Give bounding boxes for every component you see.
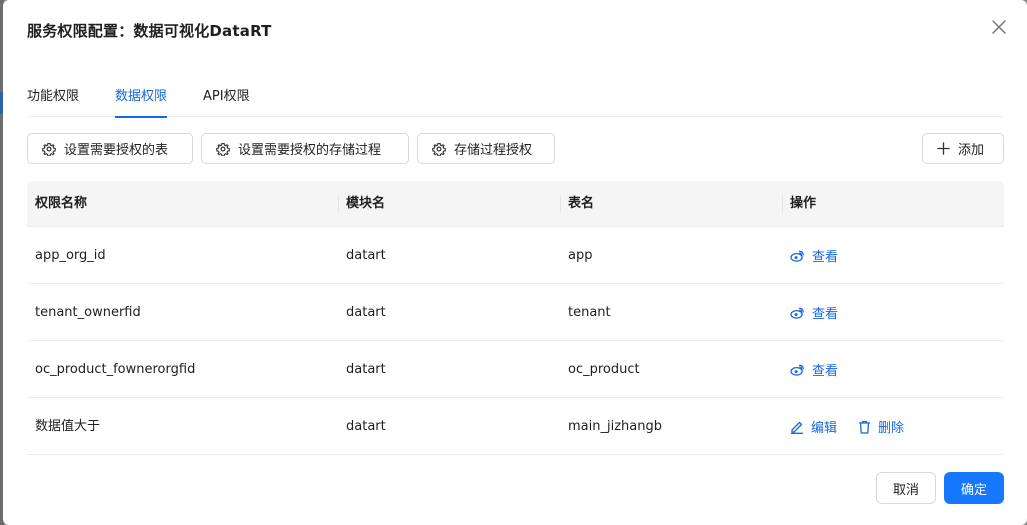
column-header-actions: 操作 (790, 196, 817, 211)
cell-module: datart (346, 305, 386, 320)
cell-module: datart (346, 362, 386, 377)
delete-action[interactable]: 删除 (858, 398, 904, 455)
view-action[interactable]: 查看 (790, 227, 838, 284)
plus-icon (937, 142, 950, 155)
cell-module: datart (346, 248, 386, 263)
gear-icon (216, 142, 230, 156)
set-authorized-tables-button[interactable]: 设置需要授权的表 (27, 133, 193, 164)
cell-permission-name: tenant_ownerfid (35, 305, 141, 320)
view-label: 查看 (812, 307, 839, 322)
set-authorized-procedures-label: 设置需要授权的存储过程 (238, 143, 382, 158)
data-permission-table: 权限名称 模块名 表名 操作 app_org_id datart app 查看 … (27, 181, 1004, 455)
weibo-eye-icon (790, 307, 804, 319)
table-row: oc_product_fownerorgfid datart oc_produc… (27, 341, 1004, 398)
cell-permission-name: app_org_id (35, 248, 106, 263)
column-header-module: 模块名 (346, 196, 386, 211)
table-row: tenant_ownerfid datart tenant 查看 (27, 284, 1004, 341)
view-action[interactable]: 查看 (790, 341, 838, 398)
permission-tabs: 功能权限 数据权限 API权限 (27, 78, 1003, 118)
tab-function-permissions[interactable]: 功能权限 (27, 85, 79, 117)
edit-icon (790, 421, 804, 434)
cell-permission-name: oc_product_fownerorgfid (35, 362, 196, 377)
edit-label: 编辑 (811, 421, 838, 436)
weibo-eye-icon (790, 250, 804, 262)
table-row: 数据值大于 datart main_jizhangb 编辑 删除 (27, 398, 1004, 455)
cancel-button[interactable]: 取消 (876, 472, 936, 504)
column-header-table: 表名 (568, 196, 595, 211)
cell-table: oc_product (568, 362, 640, 377)
procedure-authorization-button[interactable]: 存储过程授权 (417, 133, 555, 164)
table-row: app_org_id datart app 查看 (27, 227, 1004, 284)
delete-label: 删除 (878, 421, 905, 436)
add-label: 添加 (958, 143, 985, 158)
view-label: 查看 (812, 364, 839, 379)
column-header-permission-name: 权限名称 (35, 196, 88, 211)
confirm-button[interactable]: 确定 (944, 472, 1004, 504)
table-header: 权限名称 模块名 表名 操作 (27, 181, 1004, 227)
cell-table: tenant (568, 305, 611, 320)
tab-api-permissions[interactable]: API权限 (203, 85, 250, 117)
gear-icon (432, 142, 446, 156)
procedure-authorization-label: 存储过程授权 (454, 143, 533, 158)
dialog-title: 服务权限配置：数据可视化DataRT (27, 22, 272, 40)
cell-permission-name: 数据值大于 (35, 419, 101, 434)
tab-data-permissions[interactable]: 数据权限 (115, 85, 168, 118)
permission-config-dialog: 服务权限配置：数据可视化DataRT 功能权限 数据权限 API权限 设置需要授… (3, 0, 1027, 525)
set-authorized-tables-label: 设置需要授权的表 (64, 143, 169, 158)
view-action[interactable]: 查看 (790, 284, 838, 341)
cell-table: app (568, 248, 593, 263)
gear-icon (42, 142, 56, 156)
close-icon (992, 20, 1006, 34)
view-label: 查看 (812, 250, 839, 265)
cell-module: datart (346, 419, 386, 434)
weibo-eye-icon (790, 364, 804, 376)
cell-table: main_jizhangb (568, 419, 662, 434)
trash-icon (859, 420, 870, 434)
add-button[interactable]: 添加 (922, 133, 1004, 164)
set-authorized-procedures-button[interactable]: 设置需要授权的存储过程 (201, 133, 409, 164)
edit-action[interactable]: 编辑 (790, 398, 837, 455)
close-button[interactable] (988, 16, 1010, 38)
